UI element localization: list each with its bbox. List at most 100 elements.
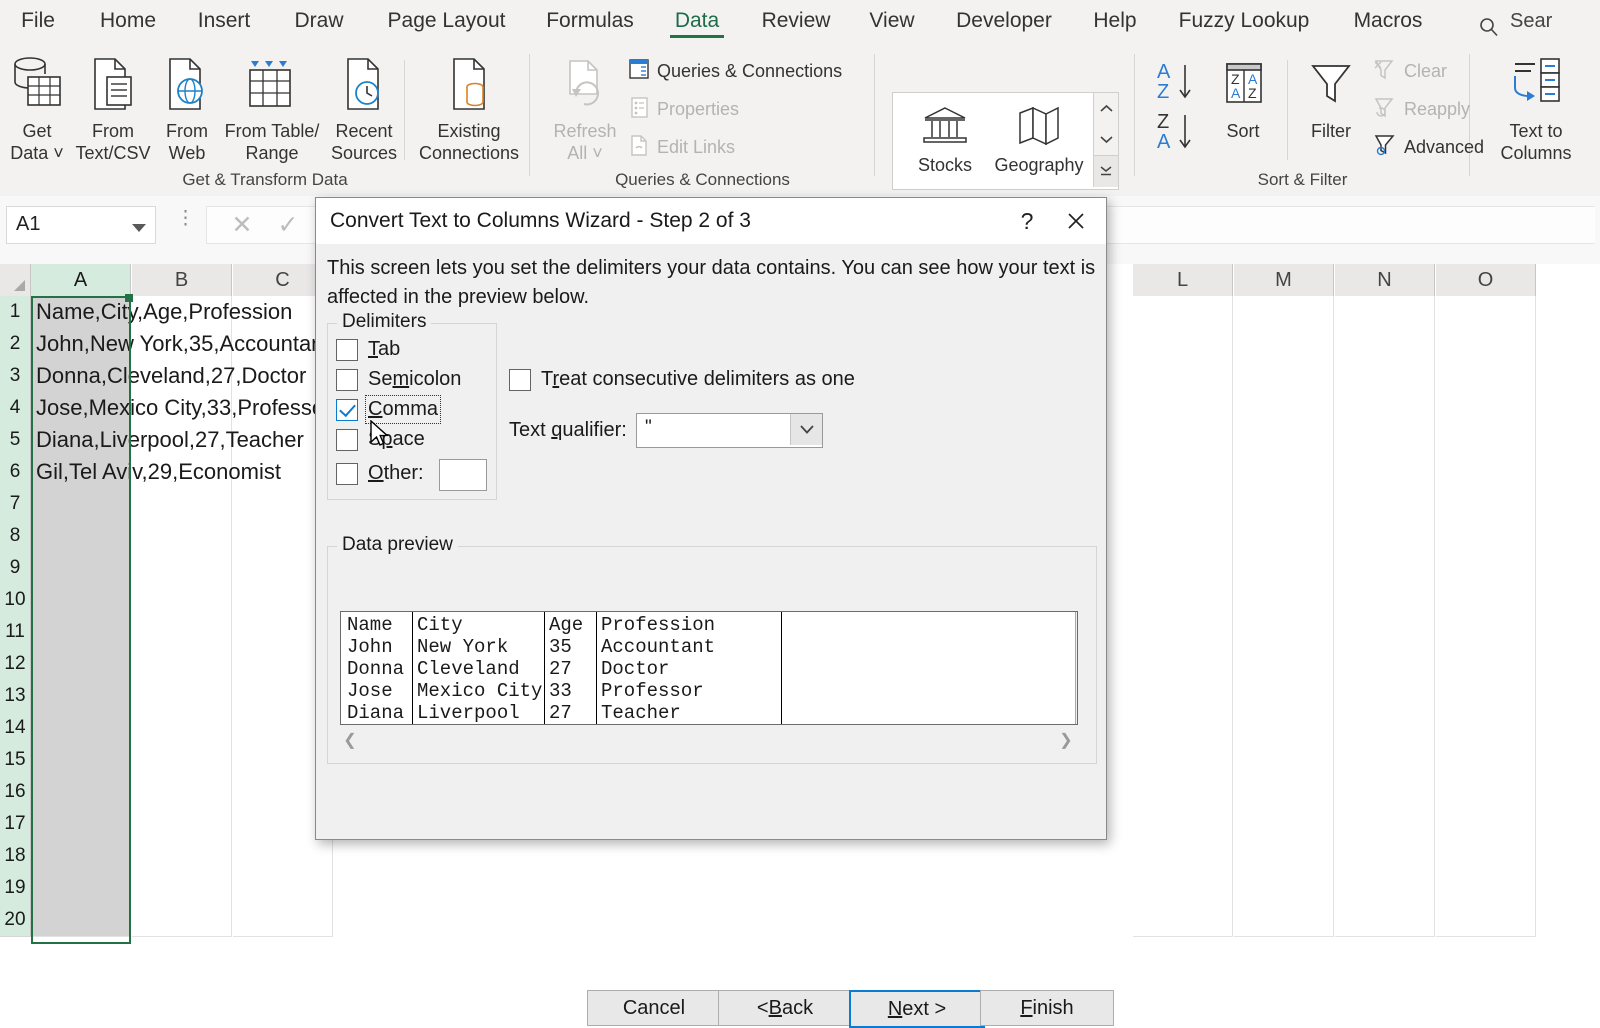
grid-cell-B10[interactable] (132, 584, 232, 617)
grid-cell-M5[interactable] (1234, 424, 1334, 457)
scroll-up-icon[interactable] (1076, 612, 1077, 629)
grid-cell-A15[interactable] (31, 744, 131, 777)
grid-cell-A17[interactable] (31, 808, 131, 841)
grid-cell-C20[interactable] (233, 904, 333, 937)
grid-cell-A20[interactable] (31, 904, 131, 937)
grid-cell-M3[interactable] (1234, 360, 1334, 393)
stocks-button[interactable]: Stocks (899, 97, 991, 176)
grid-cell-L17[interactable] (1133, 808, 1233, 841)
grid-cell-B18[interactable] (132, 840, 232, 873)
grid-cell-B15[interactable] (132, 744, 232, 777)
sort-descending-button[interactable]: Z A (1155, 108, 1205, 156)
grid-cell-O17[interactable] (1436, 808, 1536, 841)
properties-button[interactable]: Properties (628, 92, 739, 126)
grid-cell-B13[interactable] (132, 680, 232, 713)
grid-cell-N17[interactable] (1335, 808, 1435, 841)
column-header-A[interactable]: A (31, 264, 131, 298)
grid-cell-N9[interactable] (1335, 552, 1435, 585)
grid-cell-B9[interactable] (132, 552, 232, 585)
grid-cell-O12[interactable] (1436, 648, 1536, 681)
ribbon-tab-view[interactable]: View (858, 0, 926, 42)
delimiter-semicolon-checkbox[interactable]: Semicolon (336, 368, 461, 391)
row-header-6[interactable]: 6 (0, 456, 31, 489)
grid-cell-A16[interactable] (31, 776, 131, 809)
grid-cell-L19[interactable] (1133, 872, 1233, 905)
grid-cell-B20[interactable] (132, 904, 232, 937)
scroll-left-icon[interactable]: ❮ (340, 729, 360, 751)
grid-cell-B19[interactable] (132, 872, 232, 905)
preview-horizontal-scrollbar[interactable]: ❮ ❯ (340, 729, 1076, 751)
row-header-19[interactable]: 19 (0, 872, 31, 905)
grid-cell-A9[interactable] (31, 552, 131, 585)
row-header-3[interactable]: 3 (0, 360, 31, 393)
edit-links-button[interactable]: Edit Links (628, 130, 735, 164)
gallery-scrollbar[interactable] (1093, 93, 1118, 187)
grid-cell-L10[interactable] (1133, 584, 1233, 617)
chevron-down-icon[interactable] (790, 414, 822, 445)
grid-cell-O7[interactable] (1436, 488, 1536, 521)
grid-cell-B11[interactable] (132, 616, 232, 649)
recent-sources-button[interactable]: Recent Sources (326, 48, 402, 164)
ribbon-tab-formulas[interactable]: Formulas (538, 0, 642, 42)
grid-cell-C19[interactable] (233, 872, 333, 905)
help-icon[interactable]: ? (1010, 204, 1044, 238)
grid-cell-O20[interactable] (1436, 904, 1536, 937)
grid-cell-N19[interactable] (1335, 872, 1435, 905)
grid-cell-L14[interactable] (1133, 712, 1233, 745)
ribbon-tab-draw[interactable]: Draw (283, 0, 355, 42)
row-header-18[interactable]: 18 (0, 840, 31, 873)
ribbon-tab-fuzzy-lookup[interactable]: Fuzzy Lookup (1163, 0, 1325, 42)
geography-button[interactable]: Geography (993, 97, 1085, 176)
grid-cell-A10[interactable] (31, 584, 131, 617)
chevron-down-icon[interactable] (132, 220, 146, 238)
advanced-filter-button[interactable]: Advanced (1373, 130, 1484, 164)
grid-cell-A19[interactable] (31, 872, 131, 905)
back-button[interactable]: < Back (718, 990, 852, 1026)
grid-cell-N20[interactable] (1335, 904, 1435, 937)
row-header-2[interactable]: 2 (0, 328, 31, 361)
grid-cell-L11[interactable] (1133, 616, 1233, 649)
grid-cell-M8[interactable] (1234, 520, 1334, 553)
grid-cell-O16[interactable] (1436, 776, 1536, 809)
row-header-16[interactable]: 16 (0, 776, 31, 809)
grid-cell-L5[interactable] (1133, 424, 1233, 457)
grid-cell-N15[interactable] (1335, 744, 1435, 777)
treat-consecutive-checkbox[interactable]: Treat consecutive delimiters as one (509, 368, 855, 391)
grid-cell-L6[interactable] (1133, 456, 1233, 489)
row-header-10[interactable]: 10 (0, 584, 31, 617)
row-header-14[interactable]: 14 (0, 712, 31, 745)
grid-cell-N14[interactable] (1335, 712, 1435, 745)
grid-cell-L12[interactable] (1133, 648, 1233, 681)
ribbon-tab-data[interactable]: Data (662, 0, 732, 42)
more-options-icon[interactable]: ⋮ (176, 209, 195, 228)
grid-cell-O19[interactable] (1436, 872, 1536, 905)
grid-cell-O18[interactable] (1436, 840, 1536, 873)
grid-cell-N16[interactable] (1335, 776, 1435, 809)
column-header-B[interactable]: B (132, 264, 232, 297)
grid-cell-L4[interactable] (1133, 392, 1233, 425)
grid-cell-A13[interactable] (31, 680, 131, 713)
grid-cell-A11[interactable] (31, 616, 131, 649)
from-web-button[interactable]: From Web (156, 48, 218, 164)
grid-cell-N5[interactable] (1335, 424, 1435, 457)
cancel-button[interactable]: Cancel (587, 990, 721, 1026)
grid-cell-M4[interactable] (1234, 392, 1334, 425)
grid-cell-N6[interactable] (1335, 456, 1435, 489)
grid-cell-M7[interactable] (1234, 488, 1334, 521)
grid-cell-B16[interactable] (132, 776, 232, 809)
refresh-all-button[interactable]: Refresh All ˅ (540, 48, 630, 164)
grid-cell-L18[interactable] (1133, 840, 1233, 873)
ribbon-tab-macros[interactable]: Macros (1340, 0, 1436, 42)
ribbon-tab-insert[interactable]: Insert (184, 0, 264, 42)
grid-cell-B14[interactable] (132, 712, 232, 745)
sort-ascending-button[interactable]: A Z (1155, 58, 1205, 106)
row-header-8[interactable]: 8 (0, 520, 31, 553)
scroll-up-icon[interactable] (1094, 93, 1118, 124)
grid-cell-M15[interactable] (1234, 744, 1334, 777)
grid-cell-L13[interactable] (1133, 680, 1233, 713)
grid-cell-O3[interactable] (1436, 360, 1536, 393)
next-button[interactable]: Next > (849, 990, 985, 1028)
sort-button[interactable]: Z A A Z Sort (1207, 48, 1279, 142)
data-preview-pane[interactable]: Name City Age Profession John New York 35 Accou… (340, 611, 1078, 725)
grid-cell-L8[interactable] (1133, 520, 1233, 553)
